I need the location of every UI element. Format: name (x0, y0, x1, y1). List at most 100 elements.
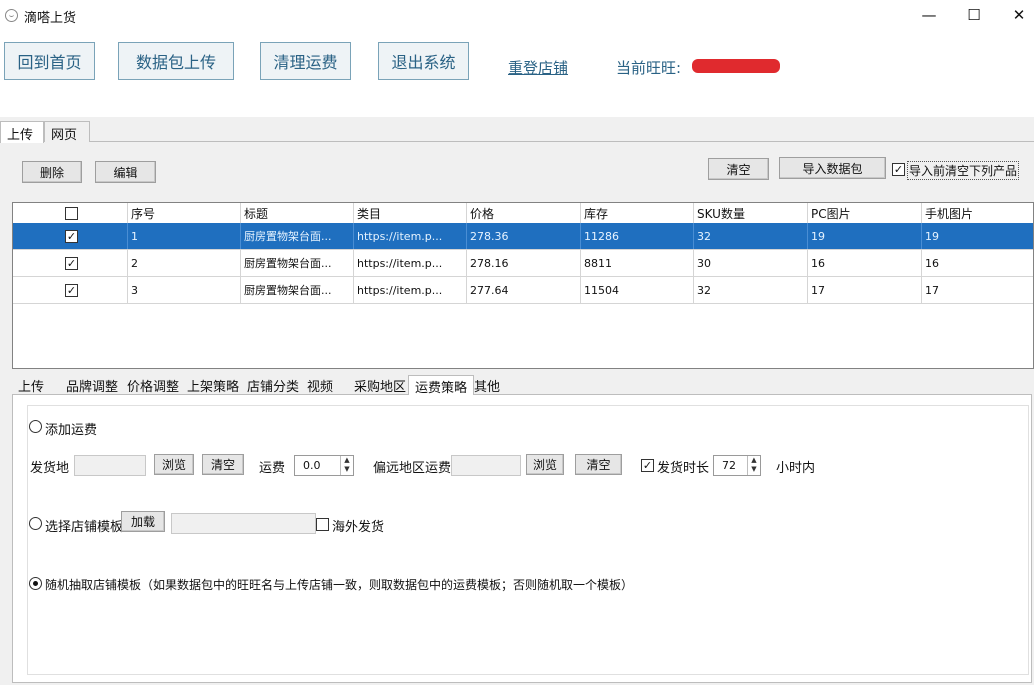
remote-freight-input[interactable] (451, 455, 521, 476)
edit-button[interactable]: 编辑 (95, 161, 156, 183)
spinner-arrows-icon[interactable]: ▲ ▼ (747, 456, 760, 475)
select-all-checkbox[interactable] (65, 206, 78, 220)
row-check-cell: ✓ (13, 250, 128, 276)
exit-button[interactable]: 退出系统 (378, 42, 469, 80)
row-check-cell: ✓ (13, 277, 128, 303)
select-all-cell (13, 203, 128, 223)
ship-time-checkbox[interactable]: ✓ (641, 459, 654, 472)
row-sku: 32 (694, 223, 808, 249)
subtab-video[interactable]: 视频 (301, 375, 339, 395)
maximize-button[interactable]: ☐ (963, 4, 985, 26)
freight-label: 运费 (259, 461, 286, 476)
col-pc-images[interactable]: PC图片 (808, 203, 922, 223)
row-checkbox[interactable]: ✓ (65, 283, 78, 297)
clear-freight-button[interactable]: 清理运费 (260, 42, 351, 80)
subtab-purchase-region[interactable]: 采购地区 (348, 375, 412, 395)
subtab-listing[interactable]: 上架策略 (181, 375, 245, 395)
template-select[interactable] (171, 513, 316, 534)
main-tab-strip (0, 121, 1034, 142)
ship-from-label: 发货地 (30, 461, 70, 476)
window-title: 滴嗒上货 (24, 11, 77, 26)
subtab-store-category[interactable]: 店铺分类 (241, 375, 305, 395)
col-stock[interactable]: 库存 (581, 203, 694, 223)
minimize-button[interactable]: — (918, 4, 940, 26)
row-index: 3 (128, 277, 241, 303)
row-stock: 11504 (581, 277, 694, 303)
table-row[interactable]: ✓ 1 厨房置物架台面... https://item.p... 278.36 … (13, 223, 1033, 250)
row-price: 278.36 (467, 223, 581, 249)
tab-webpage[interactable]: 网页 (44, 121, 90, 143)
row-stock: 11286 (581, 223, 694, 249)
clear-list-button[interactable]: 清空 (708, 158, 769, 180)
close-button[interactable]: ✕ (1008, 4, 1030, 26)
row-pc-images: 19 (808, 223, 922, 249)
overseas-label: 海外发货 (332, 520, 385, 535)
redacted-wangwang-name (692, 59, 780, 73)
clear-before-import-label: 导入前清空下列产品 (907, 161, 1020, 180)
row-sku: 32 (694, 277, 808, 303)
subtab-price[interactable]: 价格调整 (121, 375, 185, 395)
row-mobile-images: 16 (925, 256, 939, 270)
ship-from-input[interactable] (74, 455, 146, 476)
add-freight-radio[interactable] (29, 420, 42, 433)
row-pc-images: 16 (808, 250, 922, 276)
row-index: 2 (128, 250, 241, 276)
relogin-store-link[interactable]: 重登店铺 (508, 57, 568, 78)
row-title: 厨房置物架台面... (241, 277, 354, 303)
home-button[interactable]: 回到首页 (4, 42, 95, 80)
table-row[interactable]: ✓ 2 厨房置物架台面... https://item.p... 278.16 … (13, 250, 1033, 277)
row-price: 278.16 (467, 250, 581, 276)
hours-within-label: 小时内 (776, 461, 816, 476)
ship-time-value: 72 (722, 459, 736, 472)
subtab-upload[interactable]: 上传 (12, 375, 50, 395)
ship-from-browse-button[interactable]: 浏览 (154, 454, 194, 475)
choose-template-radio[interactable] (29, 517, 42, 530)
subtab-other[interactable]: 其他 (468, 375, 506, 395)
row-category: https://item.p... (354, 277, 467, 303)
col-sku-count[interactable]: SKU数量 (694, 203, 808, 223)
col-index[interactable]: 序号 (128, 203, 241, 223)
row-sku: 30 (694, 250, 808, 276)
row-title: 厨房置物架台面... (241, 250, 354, 276)
delete-button[interactable]: 删除 (22, 161, 82, 183)
ship-time-spinner[interactable]: 72 ▲ ▼ (713, 455, 761, 476)
add-freight-label: 添加运费 (45, 423, 98, 438)
row-title: 厨房置物架台面... (241, 223, 354, 249)
subtab-brand[interactable]: 品牌调整 (60, 375, 124, 395)
clear-before-import-checkbox[interactable]: ✓ (892, 163, 905, 176)
overseas-checkbox[interactable] (316, 518, 329, 531)
random-template-label: 随机抽取店铺模板（如果数据包中的旺旺名与上传店铺一致，则取数据包中的运费模板；否… (45, 578, 634, 592)
upload-package-button[interactable]: 数据包上传 (118, 42, 234, 80)
remote-freight-label: 偏远地区运费 (373, 461, 452, 476)
row-stock: 8811 (581, 250, 694, 276)
freight-value: 0.0 (303, 459, 321, 472)
row-price: 277.64 (467, 277, 581, 303)
col-title[interactable]: 标题 (241, 203, 354, 223)
table-row[interactable]: ✓ 3 厨房置物架台面... https://item.p... 277.64 … (13, 277, 1033, 304)
remote-clear-button[interactable]: 清空 (575, 454, 622, 475)
col-price[interactable]: 价格 (467, 203, 581, 223)
row-checkbox[interactable]: ✓ (65, 229, 78, 243)
freight-spinner[interactable]: 0.0 ▲ ▼ (294, 455, 354, 476)
load-template-button[interactable]: 加载 (121, 511, 165, 532)
remote-browse-button[interactable]: 浏览 (526, 454, 564, 475)
row-check-cell: ✓ (13, 223, 128, 249)
tab-upload[interactable]: 上传 (0, 121, 44, 143)
spinner-arrows-icon[interactable]: ▲ ▼ (340, 456, 353, 475)
ship-from-clear-button[interactable]: 清空 (202, 454, 244, 475)
current-wangwang-label: 当前旺旺: (616, 59, 682, 77)
random-template-radio[interactable] (29, 577, 42, 590)
import-package-button[interactable]: 导入数据包 (779, 157, 886, 179)
product-grid: 序号 标题 类目 价格 库存 SKU数量 PC图片 手机图片 ✓ 1 厨房置物架… (12, 202, 1034, 369)
col-category[interactable]: 类目 (354, 203, 467, 223)
choose-template-label: 选择店铺模板 (45, 520, 124, 535)
row-index: 1 (128, 223, 241, 249)
col-mobile-images[interactable]: 手机图片 (922, 203, 1033, 223)
row-category: https://item.p... (354, 223, 467, 249)
row-checkbox[interactable]: ✓ (65, 256, 78, 270)
title-bar (0, 0, 1034, 31)
row-pc-images: 17 (808, 277, 922, 303)
row-mobile-images: 19 (925, 229, 939, 243)
app-icon (5, 9, 18, 22)
subtab-freight[interactable]: 运费策略 (408, 375, 475, 396)
